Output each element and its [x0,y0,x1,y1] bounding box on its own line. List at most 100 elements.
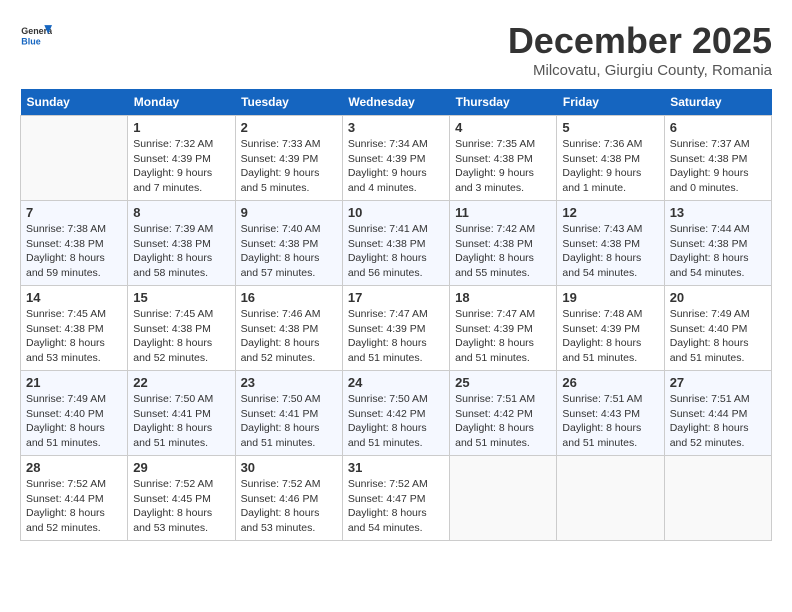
month-title: December 2025 [508,20,772,62]
day-info: Sunrise: 7:45 AM Sunset: 4:38 PM Dayligh… [133,307,229,366]
day-number: 20 [670,290,766,305]
day-cell: 1Sunrise: 7:32 AM Sunset: 4:39 PM Daylig… [128,116,235,201]
day-cell: 22 Sunrise: 7:50 AM Sunset: 4:41 PM Dayli… [128,371,235,456]
day-info: Sunrise: 7:49 AM Sunset: 4:40 PM Dayligh… [26,392,122,451]
day-cell: 30 Sunrise: 7:52 AM Sunset: 4:46 PM Dayli… [235,456,342,541]
day-cell: 28 Sunrise: 7:52 AM Sunset: 4:44 PM Dayli… [21,456,128,541]
day-cell: 31Sunrise: 7:52 AM Sunset: 4:47 PM Dayli… [342,456,449,541]
day-number: 24 [348,375,444,390]
day-cell: 29 Sunrise: 7:52 AM Sunset: 4:45 PM Dayli… [128,456,235,541]
day-cell: 20 Sunrise: 7:49 AM Sunset: 4:40 PM Dayli… [664,286,771,371]
logo-icon: General Blue [20,20,52,52]
calendar-table: SundayMondayTuesdayWednesdayThursdayFrid… [20,89,772,541]
day-info: Sunrise: 7:38 AM Sunset: 4:38 PM Dayligh… [26,222,122,281]
week-row-5: 28 Sunrise: 7:52 AM Sunset: 4:44 PM Dayli… [21,456,772,541]
day-number: 21 [26,375,122,390]
day-info: Sunrise: 7:50 AM Sunset: 4:41 PM Dayligh… [133,392,229,451]
day-number: 10 [348,205,444,220]
day-cell: 21 Sunrise: 7:49 AM Sunset: 4:40 PM Dayli… [21,371,128,456]
day-info: Sunrise: 7:46 AM Sunset: 4:38 PM Dayligh… [241,307,337,366]
day-number: 4 [455,120,551,135]
day-info: Sunrise: 7:43 AM Sunset: 4:38 PM Dayligh… [562,222,658,281]
logo: General Blue [20,20,52,52]
day-cell: 24 Sunrise: 7:50 AM Sunset: 4:42 PM Dayli… [342,371,449,456]
day-number: 3 [348,120,444,135]
week-row-1: 1Sunrise: 7:32 AM Sunset: 4:39 PM Daylig… [21,116,772,201]
day-info: Sunrise: 7:50 AM Sunset: 4:42 PM Dayligh… [348,392,444,451]
day-info: Sunrise: 7:47 AM Sunset: 4:39 PM Dayligh… [455,307,551,366]
day-cell: 23 Sunrise: 7:50 AM Sunset: 4:41 PM Dayli… [235,371,342,456]
day-cell [557,456,664,541]
day-info: Sunrise: 7:52 AM Sunset: 4:45 PM Dayligh… [133,477,229,536]
day-info: Sunrise: 7:41 AM Sunset: 4:38 PM Dayligh… [348,222,444,281]
day-info: Sunrise: 7:39 AM Sunset: 4:38 PM Dayligh… [133,222,229,281]
day-cell: 15Sunrise: 7:45 AM Sunset: 4:38 PM Dayli… [128,286,235,371]
location-title: Milcovatu, Giurgiu County, Romania [508,62,772,79]
day-info: Sunrise: 7:50 AM Sunset: 4:41 PM Dayligh… [241,392,337,451]
day-info: Sunrise: 7:42 AM Sunset: 4:38 PM Dayligh… [455,222,551,281]
day-cell: 4 Sunrise: 7:35 AM Sunset: 4:38 PM Daylig… [450,116,557,201]
day-cell: 25Sunrise: 7:51 AM Sunset: 4:42 PM Dayli… [450,371,557,456]
day-number: 1 [133,120,229,135]
day-cell: 13Sunrise: 7:44 AM Sunset: 4:38 PM Dayli… [664,201,771,286]
day-info: Sunrise: 7:48 AM Sunset: 4:39 PM Dayligh… [562,307,658,366]
day-cell [21,116,128,201]
day-number: 26 [562,375,658,390]
page-header: General Blue December 2025 Milcovatu, Gi… [20,20,772,79]
day-number: 11 [455,205,551,220]
day-info: Sunrise: 7:33 AM Sunset: 4:39 PM Dayligh… [241,137,337,196]
day-number: 18 [455,290,551,305]
day-number: 30 [241,460,337,475]
day-info: Sunrise: 7:52 AM Sunset: 4:47 PM Dayligh… [348,477,444,536]
day-number: 5 [562,120,658,135]
day-cell: 17Sunrise: 7:47 AM Sunset: 4:39 PM Dayli… [342,286,449,371]
day-info: Sunrise: 7:40 AM Sunset: 4:38 PM Dayligh… [241,222,337,281]
day-info: Sunrise: 7:35 AM Sunset: 4:38 PM Dayligh… [455,137,551,196]
day-info: Sunrise: 7:51 AM Sunset: 4:44 PM Dayligh… [670,392,766,451]
day-info: Sunrise: 7:44 AM Sunset: 4:38 PM Dayligh… [670,222,766,281]
day-number: 17 [348,290,444,305]
day-cell: 5 Sunrise: 7:36 AM Sunset: 4:38 PM Daylig… [557,116,664,201]
day-cell: 12 Sunrise: 7:43 AM Sunset: 4:38 PM Dayli… [557,201,664,286]
day-cell: 9Sunrise: 7:40 AM Sunset: 4:38 PM Daylig… [235,201,342,286]
week-row-2: 7 Sunrise: 7:38 AM Sunset: 4:38 PM Daylig… [21,201,772,286]
weekday-header-row: SundayMondayTuesdayWednesdayThursdayFrid… [21,89,772,116]
day-info: Sunrise: 7:51 AM Sunset: 4:42 PM Dayligh… [455,392,551,451]
title-block: December 2025 Milcovatu, Giurgiu County,… [508,20,772,79]
day-cell: 3 Sunrise: 7:34 AM Sunset: 4:39 PM Daylig… [342,116,449,201]
day-info: Sunrise: 7:52 AM Sunset: 4:44 PM Dayligh… [26,477,122,536]
day-number: 29 [133,460,229,475]
day-number: 23 [241,375,337,390]
day-info: Sunrise: 7:36 AM Sunset: 4:38 PM Dayligh… [562,137,658,196]
day-cell: 10 Sunrise: 7:41 AM Sunset: 4:38 PM Dayli… [342,201,449,286]
day-cell: 19 Sunrise: 7:48 AM Sunset: 4:39 PM Dayli… [557,286,664,371]
svg-text:Blue: Blue [21,36,40,46]
weekday-header-thursday: Thursday [450,89,557,116]
day-number: 16 [241,290,337,305]
day-cell: 27 Sunrise: 7:51 AM Sunset: 4:44 PM Dayli… [664,371,771,456]
weekday-header-saturday: Saturday [664,89,771,116]
weekday-header-friday: Friday [557,89,664,116]
day-cell: 8 Sunrise: 7:39 AM Sunset: 4:38 PM Daylig… [128,201,235,286]
day-number: 28 [26,460,122,475]
week-row-4: 21 Sunrise: 7:49 AM Sunset: 4:40 PM Dayli… [21,371,772,456]
day-cell: 18 Sunrise: 7:47 AM Sunset: 4:39 PM Dayli… [450,286,557,371]
day-number: 7 [26,205,122,220]
weekday-header-sunday: Sunday [21,89,128,116]
day-number: 12 [562,205,658,220]
day-info: Sunrise: 7:34 AM Sunset: 4:39 PM Dayligh… [348,137,444,196]
day-info: Sunrise: 7:45 AM Sunset: 4:38 PM Dayligh… [26,307,122,366]
day-cell: 7 Sunrise: 7:38 AM Sunset: 4:38 PM Daylig… [21,201,128,286]
day-number: 22 [133,375,229,390]
day-number: 6 [670,120,766,135]
day-number: 8 [133,205,229,220]
day-number: 19 [562,290,658,305]
day-info: Sunrise: 7:52 AM Sunset: 4:46 PM Dayligh… [241,477,337,536]
day-info: Sunrise: 7:37 AM Sunset: 4:38 PM Dayligh… [670,137,766,196]
day-cell: 16 Sunrise: 7:46 AM Sunset: 4:38 PM Dayli… [235,286,342,371]
weekday-header-wednesday: Wednesday [342,89,449,116]
day-number: 27 [670,375,766,390]
day-number: 14 [26,290,122,305]
day-cell [664,456,771,541]
day-info: Sunrise: 7:49 AM Sunset: 4:40 PM Dayligh… [670,307,766,366]
